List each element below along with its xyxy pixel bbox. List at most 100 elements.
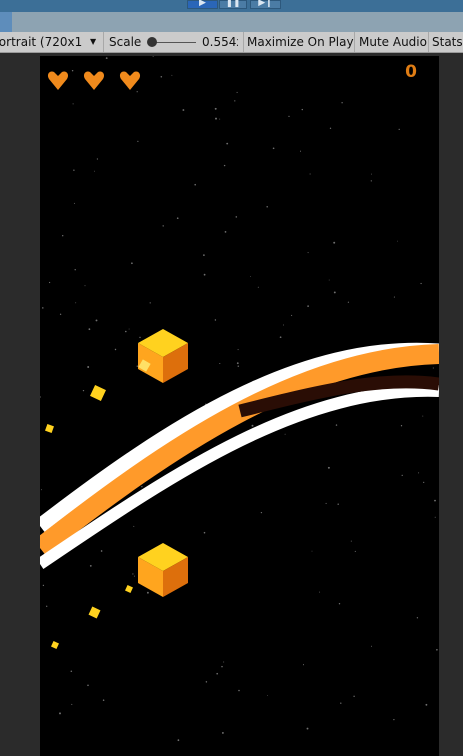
star: [340, 702, 342, 704]
star: [42, 584, 45, 587]
star: [46, 605, 48, 607]
star: [291, 314, 293, 316]
star: [425, 703, 428, 706]
toolbar-divider: [428, 32, 429, 52]
star: [132, 573, 134, 575]
pause-button[interactable]: ❚❚: [219, 0, 247, 9]
star: [215, 117, 217, 120]
scale-label: Scale: [109, 35, 142, 49]
star: [341, 102, 343, 104]
star: [74, 269, 76, 271]
star: [223, 164, 226, 167]
star: [398, 128, 400, 131]
star: [59, 712, 61, 715]
star: [436, 648, 438, 651]
cube-lower: [138, 543, 188, 597]
star: [327, 466, 330, 469]
maximize-on-play-toggle[interactable]: Maximize On Play: [247, 32, 354, 52]
star: [221, 731, 224, 734]
star: [72, 103, 74, 105]
star: [105, 57, 108, 59]
star: [434, 499, 436, 502]
star: [333, 291, 336, 294]
star: [235, 216, 238, 218]
stats-toggle[interactable]: Stats: [432, 32, 463, 52]
star: [319, 591, 321, 593]
star: [234, 100, 236, 102]
step-button[interactable]: ▶❙: [250, 0, 281, 9]
mute-audio-toggle[interactable]: Mute Audio: [359, 32, 427, 52]
star: [309, 173, 311, 175]
chevron-down-icon[interactable]: ▼: [90, 32, 96, 52]
heart-icon: [119, 71, 141, 90]
star: [94, 170, 95, 172]
scale-slider-handle[interactable]: [147, 37, 157, 47]
star: [203, 273, 206, 276]
star: [223, 661, 225, 663]
star: [299, 150, 302, 152]
heart-icon: [47, 71, 69, 90]
star: [87, 684, 89, 687]
star: [100, 550, 103, 552]
editor-top-bar: ▶ ❚❚ ▶❙: [0, 0, 463, 12]
star: [401, 474, 403, 477]
star: [41, 489, 42, 491]
star: [335, 424, 338, 426]
star: [288, 115, 290, 118]
star: [354, 550, 356, 552]
star: [177, 739, 180, 742]
star: [311, 550, 313, 552]
resolution-dropdown[interactable]: Portrait (720x1: [0, 32, 84, 52]
star: [205, 681, 208, 683]
toolbar-divider: [354, 32, 355, 52]
play-icon: ▶: [199, 0, 206, 8]
star: [214, 107, 217, 110]
star: [75, 302, 77, 304]
cube-upper: [138, 329, 188, 383]
star: [283, 324, 284, 326]
star: [236, 362, 239, 365]
star: [393, 718, 395, 721]
star: [194, 183, 196, 186]
tab-game[interactable]: [0, 12, 12, 32]
star: [203, 254, 205, 256]
star: [59, 313, 62, 315]
star: [333, 241, 336, 244]
star: [338, 603, 341, 605]
star: [329, 127, 332, 129]
star: [238, 689, 240, 692]
star: [250, 275, 252, 277]
star: [353, 695, 355, 698]
star: [82, 389, 85, 392]
star: [302, 664, 305, 666]
star: [328, 279, 330, 281]
particle-trail-lower: [51, 585, 133, 649]
star: [71, 703, 73, 705]
score-counter: 0: [405, 62, 417, 82]
game-scene: [40, 56, 439, 742]
star: [203, 531, 206, 534]
star: [71, 69, 74, 72]
play-button[interactable]: ▶: [187, 0, 218, 9]
star: [284, 433, 286, 435]
star: [272, 147, 275, 150]
toolbar-divider: [103, 32, 104, 52]
star: [350, 540, 352, 542]
star: [224, 231, 227, 233]
star: [146, 591, 149, 594]
game-viewport[interactable]: 0: [40, 56, 439, 756]
star: [152, 56, 154, 57]
star: [133, 525, 135, 527]
star: [418, 472, 420, 474]
star: [133, 575, 135, 577]
star: [160, 75, 163, 78]
star: [40, 396, 41, 398]
star: [423, 481, 425, 483]
star: [96, 158, 98, 160]
scale-value: 0.554x: [202, 35, 238, 49]
star: [84, 285, 86, 287]
star: [267, 695, 268, 697]
star: [219, 118, 221, 120]
star: [393, 296, 395, 298]
star: [251, 424, 254, 427]
